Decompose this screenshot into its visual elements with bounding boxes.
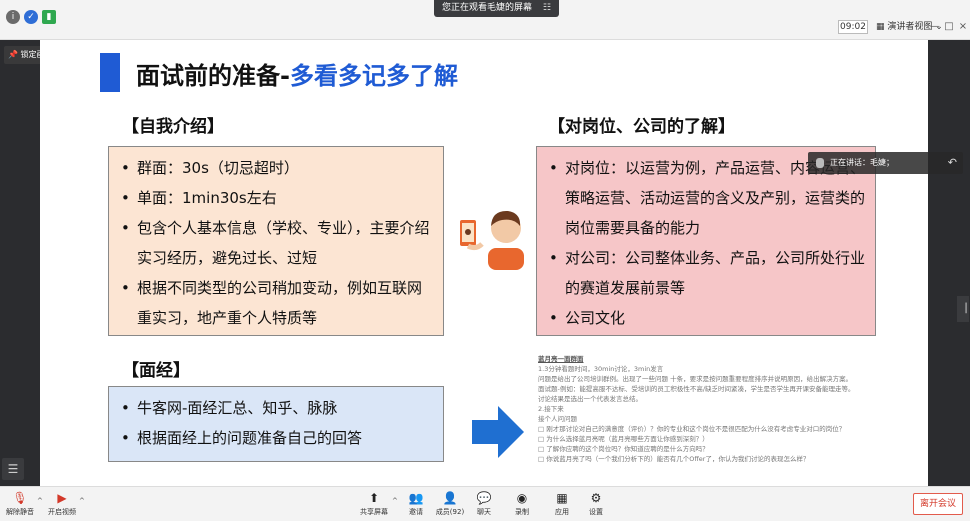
viewing-banner: 您正在观看毛婕的屏幕 ☷ [434, 0, 559, 17]
title-accent-bar [100, 53, 120, 92]
list-item: 根据不同类型的公司稍加变动，例如互联网重实习，地产重个人特质等 [119, 273, 433, 333]
close-icon[interactable]: × [956, 20, 970, 34]
chat-icon: 💬 [476, 491, 492, 505]
view-mode-label: 演讲者视图 [887, 22, 933, 32]
doc-line: □ 你说蓝月亮了吗（一个我们分析下的）能否有几个Offer了，你认为我们讨论的表… [538, 455, 810, 463]
doc-line: 2.接下来 [538, 405, 564, 413]
info-icon[interactable]: i [6, 10, 20, 24]
right-arrow-icon [472, 406, 524, 458]
record-label: 录制 [515, 508, 529, 516]
members-label: 成员(92) [435, 508, 465, 516]
side-panel-handle[interactable]: ▕ [957, 296, 969, 322]
speaking-label: 正在讲话：毛婕； [830, 158, 894, 167]
doc-heading: 蓝月亮一面群面 [538, 355, 584, 363]
doc-line: □ 了解你应聘的这个岗位吗？你知道应聘的是什么方向吗？ [538, 445, 709, 453]
viewing-banner-text: 您正在观看毛婕的屏幕 [442, 3, 533, 13]
doc-line: 接个人问问题 [538, 415, 577, 423]
list-icon[interactable]: ☰ [2, 458, 24, 480]
share-screen-icon: ⬆ [368, 491, 380, 505]
video-label: 开启视频 [48, 508, 76, 516]
meeting-toolbar: 🎙 解除静音 ^ ▶ 开启视频 ^ ⬆ 共享屏幕 ^ 👥 邀请 👤 成员(92)… [0, 486, 970, 521]
maximize-icon[interactable]: □ [942, 20, 956, 34]
job-company-box: 对岗位：以运营为例，产品运营、内容运营、策略运营、活动运营的含义及产别，运营类的… [536, 146, 876, 336]
presentation-slide: 面试前的准备-多看多记多了解 【自我介绍】 群面：30s（切忌超时） 单面：1m… [40, 40, 928, 486]
shared-screen: 📌 锁定画面 面试前的准备-多看多记多了解 【自我介绍】 群面：30s（切忌超时… [0, 40, 970, 486]
self-intro-box: 群面：30s（切忌超时） 单面：1min30s左右 包含个人基本信息（学校、专业… [108, 146, 444, 336]
list-item: 牛客网-面经汇总、知乎、脉脉 [119, 393, 433, 423]
mic-muted-icon: 🎙 [12, 491, 28, 505]
shield-icon[interactable]: ✓ [24, 10, 38, 24]
camera-off-icon: ▶ [57, 491, 67, 505]
list-item: 根据面经上的问题准备自己的回答 [119, 423, 433, 453]
doc-preview: 蓝月亮一面群面 1.3分钟看题时间，30min讨论，3min发言 问题是给出了公… [538, 354, 878, 486]
share-screen-button[interactable]: ⬆ 共享屏幕 [354, 489, 394, 520]
self-intro-heading: 【自我介绍】 [122, 117, 224, 137]
leave-meeting-button[interactable]: 离开会议 [913, 493, 963, 515]
doc-line: □ 为什么选择蓝月亮呢（蓝月亮哪些方面让你感到深刻？） [538, 435, 709, 443]
record-button[interactable]: ◉ 录制 [502, 489, 542, 520]
back-icon[interactable]: ↶ [948, 152, 957, 174]
mute-button[interactable]: 🎙 解除静音 [0, 489, 40, 520]
chevron-up-icon[interactable]: ^ [79, 497, 85, 505]
slide-title: 面试前的准备-多看多记多了解 [136, 56, 458, 91]
banner-menu-icon[interactable]: ☷ [543, 0, 551, 17]
doc-line: 面试题-例如：能提高服不达标、受培训的员工积极性不高/缺乏时间紧凑，学生是否学生… [538, 385, 855, 393]
interview-box: 牛客网-面经汇总、知乎、脉脉 根据面经上的问题准备自己的回答 [108, 386, 444, 462]
slide-title-highlight: 多看多记多了解 [289, 62, 458, 90]
job-company-heading: 【对岗位、公司的了解】 [548, 117, 735, 137]
record-icon: ◉ [516, 491, 528, 505]
list-item: 包含个人基本信息（学校、专业），主要介绍实习经历，避免过长、过短 [119, 213, 433, 273]
mute-label: 解除静音 [6, 508, 34, 516]
doc-line: 讨论结果是选出一个代表发言总结。 [538, 395, 642, 403]
top-bar: i ✓ ▮ 您正在观看毛婕的屏幕 ☷ 09:02 ▦ 演讲者视图 ⌄ — □ × [0, 0, 970, 40]
person-illustration [460, 210, 524, 270]
video-button[interactable]: ▶ 开启视频 [42, 489, 82, 520]
signal-icon[interactable]: ▮ [42, 10, 56, 24]
list-item: 公司文化 [547, 303, 865, 333]
interview-heading: 【面经】 [122, 361, 190, 381]
doc-line: 1.3分钟看题时间，30min讨论，3min发言 [538, 365, 664, 373]
minimize-icon[interactable]: — [928, 20, 942, 34]
settings-label: 设置 [589, 508, 603, 516]
speaking-indicator: 正在讲话：毛婕； ↶ [808, 152, 963, 174]
list-item: 群面：30s（切忌超时） [119, 153, 433, 183]
list-item: 单面：1min30s左右 [119, 183, 433, 213]
grid-icon: ▦ [876, 22, 885, 32]
mic-icon [816, 158, 824, 168]
pin-icon: 📌 [8, 50, 18, 59]
doc-line: □ 刚才那讨论对自己的满意度（评价）？你的专业和这个岗位不是很匹配为什么没有考虑… [538, 425, 846, 433]
chat-label: 聊天 [477, 508, 491, 516]
share-label: 共享屏幕 [360, 508, 388, 516]
apps-label: 应用 [555, 508, 569, 516]
invite-label: 邀请 [409, 508, 423, 516]
list-item: 对公司：公司整体业务、产品，公司所处行业的赛道发展前景等 [547, 243, 865, 303]
slide-title-main: 面试前的准备- [136, 62, 290, 90]
meeting-time: 09:02 [838, 20, 868, 34]
doc-line: 问题是给出了公司培训群例。出现了一些问题 十条，要求是按问题重要程度排序并说明原… [538, 375, 853, 383]
gear-icon: ⚙ [590, 491, 602, 505]
chat-button[interactable]: 💬 聊天 [464, 489, 504, 520]
settings-button[interactable]: ⚙ 设置 [576, 489, 616, 520]
